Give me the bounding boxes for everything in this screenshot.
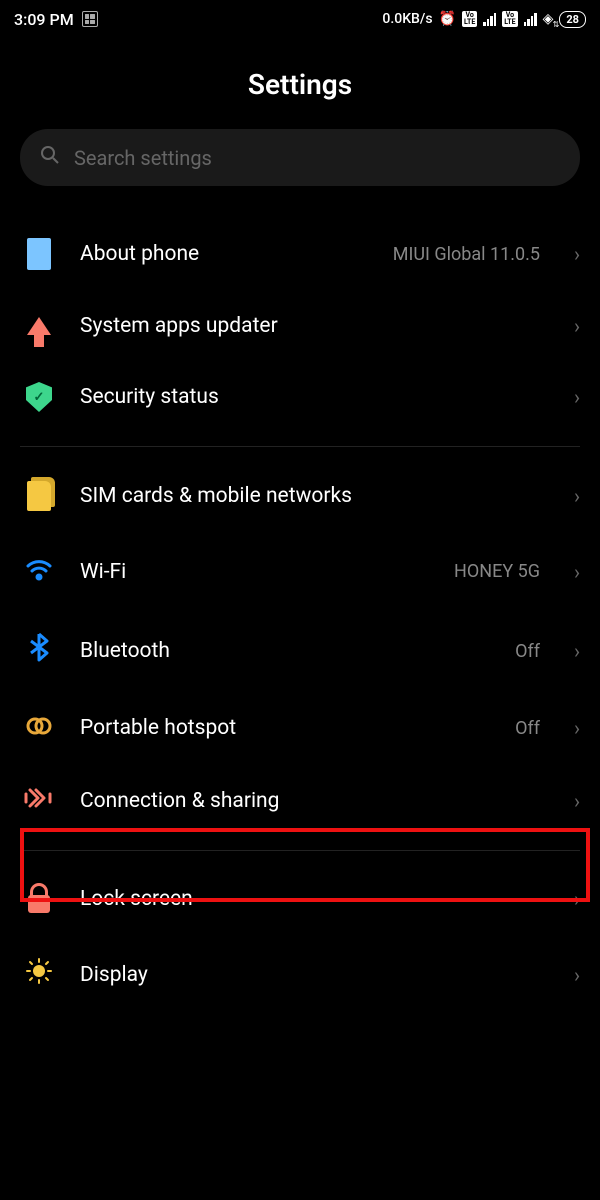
status-bar: 3:09 PM 0.0KB/s ⏰ VoLTE VoLTE ◈⇅ 28 — [0, 0, 600, 38]
item-label: Connection & sharing — [80, 789, 540, 813]
connection-icon — [24, 786, 54, 816]
item-label: Wi-Fi — [80, 560, 432, 584]
item-bluetooth[interactable]: Bluetooth Off › — [0, 610, 600, 692]
item-connection-sharing[interactable]: Connection & sharing › — [0, 764, 600, 838]
wifi-status-icon: ◈⇅ — [543, 11, 554, 27]
item-value: HONEY 5G — [454, 561, 540, 582]
status-time: 3:09 PM — [14, 10, 74, 29]
item-label: Lock screen — [80, 887, 540, 911]
chevron-right-icon: › — [574, 887, 580, 911]
item-label: Portable hotspot — [80, 716, 493, 740]
item-value: MIUI Global 11.0.5 — [393, 244, 540, 265]
chevron-right-icon: › — [574, 314, 580, 338]
item-about-phone[interactable]: About phone MIUI Global 11.0.5 › — [0, 216, 600, 292]
chevron-right-icon: › — [574, 484, 580, 508]
volte-badge-2: VoLTE — [502, 11, 517, 27]
bluetooth-icon — [29, 632, 49, 670]
sun-icon — [25, 957, 53, 992]
item-portable-hotspot[interactable]: Portable hotspot Off › — [0, 692, 600, 764]
item-wifi[interactable]: Wi-Fi HONEY 5G › — [0, 533, 600, 610]
chevron-right-icon: › — [574, 560, 580, 584]
item-label: Display — [80, 963, 540, 987]
item-label: About phone — [80, 242, 371, 266]
volte-badge-1: VoLTE — [462, 11, 477, 27]
item-value: Off — [515, 718, 540, 739]
item-display[interactable]: Display › — [0, 935, 600, 1014]
divider — [20, 850, 580, 851]
search-bar[interactable] — [20, 129, 580, 186]
battery-icon: 28 — [559, 11, 586, 28]
item-sim-cards[interactable]: SIM cards & mobile networks › — [0, 459, 600, 533]
status-left: 3:09 PM — [14, 10, 98, 29]
hotspot-icon — [24, 714, 54, 742]
page-title: Settings — [0, 68, 600, 101]
chevron-right-icon: › — [574, 789, 580, 813]
chevron-right-icon: › — [574, 639, 580, 663]
chevron-right-icon: › — [574, 385, 580, 409]
chevron-right-icon: › — [574, 242, 580, 266]
data-rate: 0.0KB/s — [382, 11, 432, 27]
item-label: Bluetooth — [80, 639, 493, 663]
chevron-right-icon: › — [574, 963, 580, 987]
search-icon — [40, 145, 60, 170]
settings-list: About phone MIUI Global 11.0.5 › System … — [0, 216, 600, 1014]
signal-icon-1 — [483, 12, 496, 26]
item-label: System apps updater — [80, 314, 540, 338]
item-value: Off — [515, 641, 540, 662]
lock-icon — [28, 895, 50, 913]
shield-icon: ✓ — [26, 382, 52, 412]
chevron-right-icon: › — [574, 716, 580, 740]
item-security-status[interactable]: ✓ Security status › — [0, 360, 600, 434]
divider — [20, 446, 580, 447]
phone-icon — [27, 238, 51, 270]
arrow-up-icon — [27, 317, 51, 335]
app-grid-icon — [82, 11, 98, 27]
item-lock-screen[interactable]: Lock screen › — [0, 863, 600, 935]
signal-icon-2 — [524, 12, 537, 26]
status-right: 0.0KB/s ⏰ VoLTE VoLTE ◈⇅ 28 — [382, 11, 586, 28]
wifi-icon — [25, 555, 53, 588]
search-input[interactable] — [74, 146, 560, 170]
item-system-apps-updater[interactable]: System apps updater › — [0, 292, 600, 360]
item-label: Security status — [80, 385, 540, 409]
item-label: SIM cards & mobile networks — [80, 484, 540, 508]
sim-icon — [27, 481, 51, 511]
alarm-icon: ⏰ — [439, 11, 456, 27]
